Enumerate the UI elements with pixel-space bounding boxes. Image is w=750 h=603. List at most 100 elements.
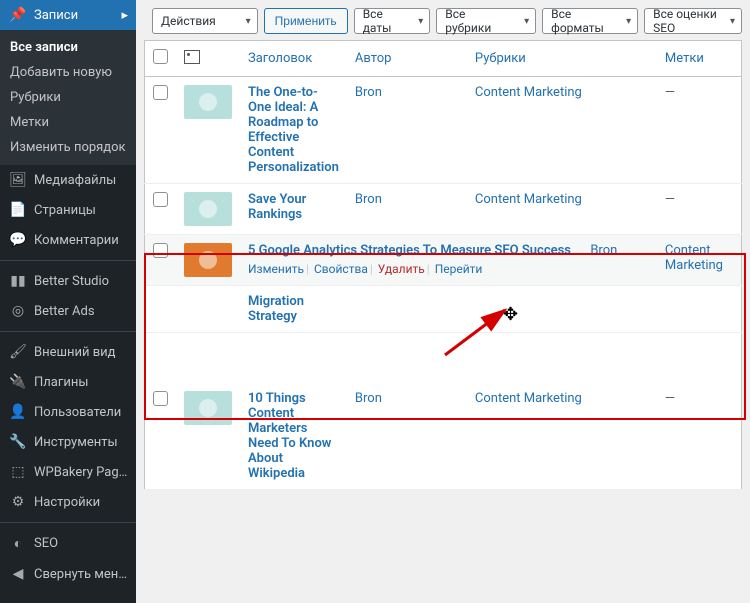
post-thumbnail[interactable]	[184, 243, 232, 277]
row-checkbox[interactable]	[153, 85, 168, 100]
sidebar-separator	[0, 260, 136, 261]
filter-toolbar: Действия Применить Все даты Все рубрики …	[144, 0, 742, 40]
sidebar-item-label: Медиафайлы	[34, 173, 128, 188]
sidebar-item-plugins[interactable]: 🔌 Плагины	[0, 367, 136, 397]
table-row: Save Your Rankings Bron Content Marketin…	[145, 184, 742, 235]
select-all-checkbox[interactable]	[153, 49, 168, 64]
sidebar-item-label: Better Studio	[34, 274, 128, 289]
wrench-icon: 🔧	[8, 434, 28, 450]
sidebar-item-comments[interactable]: 💬 Комментарии	[0, 225, 136, 255]
admin-sidebar: 📌 Записи ▸ Все записи Добавить новую Руб…	[0, 0, 136, 603]
post-title-link[interactable]: The One-to-One Ideal: A Roadmap to Effec…	[248, 85, 339, 175]
column-title[interactable]: Заголовок	[240, 41, 347, 77]
post-category-link[interactable]: Content Marketing	[665, 243, 723, 273]
post-tags-empty: —	[665, 85, 675, 100]
post-title-link[interactable]: 10 Things Content Marketers Need To Know…	[248, 391, 331, 481]
sidebar-item-label: Инструменты	[34, 435, 128, 450]
sidebar-submenu: Все записи Добавить новую Рубрики Метки …	[0, 30, 136, 165]
submenu-add-new[interactable]: Добавить новую	[0, 60, 136, 85]
studio-icon: ▮▮	[8, 273, 28, 289]
submenu-reorder[interactable]: Изменить порядок	[0, 135, 136, 160]
action-delete[interactable]: Удалить	[378, 262, 425, 276]
formats-filter-select[interactable]: Все форматы	[542, 8, 638, 34]
posts-table: Заголовок Автор Рубрики Метки The One-to…	[144, 40, 742, 490]
row-actions: Изменить| Свойства| Удалить| Перейти	[248, 262, 649, 276]
sidebar-separator	[0, 331, 136, 332]
table-row: Migration Strategy	[145, 286, 742, 333]
sidebar-item-media[interactable]: 🖼Медиафайлы	[0, 165, 136, 195]
bulk-actions-select[interactable]: Действия	[152, 8, 258, 34]
post-author-link[interactable]: Bron	[590, 243, 617, 258]
builder-icon: ⬚	[8, 464, 28, 480]
sidebar-item-label: Better Ads	[34, 304, 128, 319]
post-thumbnail[interactable]	[184, 192, 232, 226]
sidebar-item-label: Пользователи	[34, 405, 128, 420]
column-categories[interactable]: Рубрики	[467, 41, 657, 77]
post-author-link[interactable]: Bron	[355, 85, 382, 100]
dates-filter-select[interactable]: Все даты	[354, 8, 431, 34]
sidebar-item-label: Страницы	[34, 203, 128, 218]
ads-icon: ◎	[8, 303, 28, 319]
post-category-link[interactable]: Content Marketing	[475, 85, 582, 100]
column-tags[interactable]: Метки	[657, 41, 742, 77]
sidebar-item-label: SEO	[34, 536, 128, 551]
sidebar-separator	[0, 522, 136, 523]
sidebar-item-appearance[interactable]: 🖌 Внешний вид	[0, 337, 136, 367]
post-title-link[interactable]: 5 Google Analytics Strategies To Measure…	[248, 243, 571, 258]
submenu-categories[interactable]: Рубрики	[0, 85, 136, 110]
user-icon: 👤	[8, 404, 28, 420]
post-category-link[interactable]: Content Marketing	[475, 391, 582, 406]
sidebar-item-label: Плагины	[34, 375, 128, 390]
row-checkbox[interactable]	[153, 243, 168, 258]
table-row: 10 Things Content Marketers Need To Know…	[145, 383, 742, 490]
plug-icon: 🔌	[8, 374, 28, 390]
seo-filter-select[interactable]: Все оценки SEO	[644, 8, 742, 34]
sidebar-item-label: Настройки	[34, 495, 128, 510]
thumbnail-column-icon	[184, 50, 200, 64]
sidebar-item-better-ads[interactable]: ◎ Better Ads	[0, 296, 136, 326]
post-author-link[interactable]: Bron	[355, 192, 382, 207]
sidebar-item-label: Комментарии	[34, 233, 128, 248]
sidebar-item-label: Записи	[34, 8, 121, 23]
brush-icon: 🖌	[8, 344, 28, 360]
action-properties[interactable]: Свойства	[314, 262, 368, 276]
seo-icon: ◐	[8, 535, 28, 552]
apply-button[interactable]: Применить	[264, 8, 348, 34]
column-author[interactable]: Автор	[347, 41, 467, 77]
row-checkbox[interactable]	[153, 391, 168, 406]
sidebar-item-tools[interactable]: 🔧 Инструменты	[0, 427, 136, 457]
post-thumbnail[interactable]	[184, 85, 232, 119]
sidebar-item-pages[interactable]: 📄 Страницы	[0, 195, 136, 225]
submenu-all-posts[interactable]: Все записи	[0, 35, 136, 60]
sidebar-item-label: WPBakery Page Builder	[34, 465, 128, 480]
sidebar-item-seo[interactable]: ◐ SEO	[0, 528, 136, 559]
sidebar-item-better-studio[interactable]: ▮▮ Better Studio	[0, 266, 136, 296]
page-icon: 📄	[8, 202, 28, 218]
post-author-link[interactable]: Bron	[355, 391, 382, 406]
sidebar-item-posts[interactable]: 📌 Записи ▸	[0, 0, 136, 30]
comment-icon: 💬	[8, 232, 28, 248]
post-title-link[interactable]: Save Your Rankings	[248, 192, 306, 222]
action-view[interactable]: Перейти	[435, 262, 483, 276]
chevron-right-icon: ▸	[121, 8, 128, 23]
sidebar-item-label: Внешний вид	[34, 345, 128, 360]
post-thumbnail[interactable]	[184, 391, 232, 425]
post-tags-empty: —	[665, 192, 675, 207]
sidebar-item-wpbakery[interactable]: ⬚ WPBakery Page Builder	[0, 457, 136, 487]
categories-filter-select[interactable]: Все рубрики	[436, 8, 536, 34]
sidebar-item-users[interactable]: 👤 Пользователи	[0, 397, 136, 427]
post-title-link[interactable]: Migration Strategy	[248, 294, 304, 324]
table-row	[145, 333, 742, 383]
sidebar-item-settings[interactable]: ⚙ Настройки	[0, 487, 136, 517]
collapse-icon: ◀	[8, 566, 28, 582]
sidebar-item-label: Свернуть меню	[34, 567, 128, 582]
row-checkbox[interactable]	[153, 192, 168, 207]
main-content: Действия Применить Все даты Все рубрики …	[136, 0, 750, 603]
post-category-link[interactable]: Content Marketing	[475, 192, 582, 207]
pin-icon: 📌	[8, 7, 28, 23]
table-row: 5 Google Analytics Strategies To Measure…	[145, 235, 742, 286]
action-edit[interactable]: Изменить	[248, 262, 304, 276]
gear-icon: ⚙	[8, 494, 28, 510]
sidebar-item-collapse[interactable]: ◀ Свернуть меню	[0, 559, 136, 589]
submenu-tags[interactable]: Метки	[0, 110, 136, 135]
